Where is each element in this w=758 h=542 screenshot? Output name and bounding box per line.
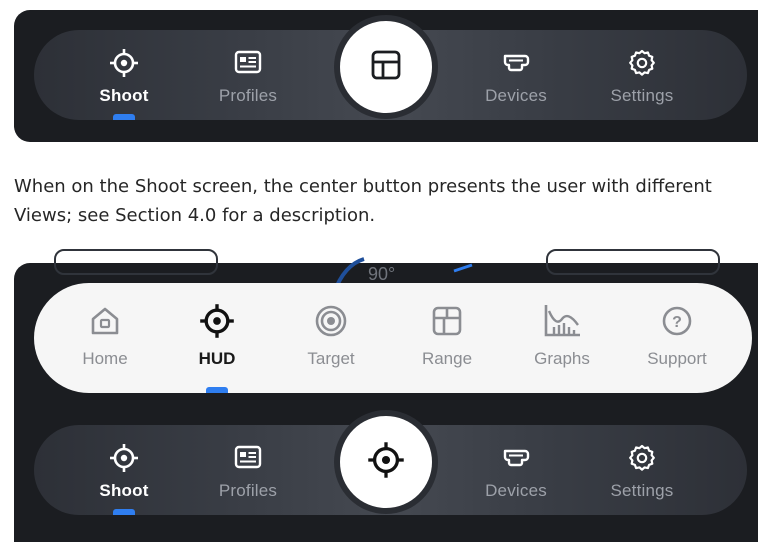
background-field-left	[54, 249, 218, 275]
view-support[interactable]: ? Support	[622, 283, 732, 393]
tab-shoot[interactable]: Shoot	[64, 425, 184, 515]
active-tab-indicator	[113, 114, 135, 120]
device-icon	[501, 443, 531, 473]
crosshair-icon	[109, 443, 139, 473]
view-label: Range	[421, 349, 473, 368]
tab-devices[interactable]: Devices	[456, 425, 576, 515]
active-tab-indicator	[113, 509, 135, 515]
tab-label: Shoot	[99, 86, 149, 105]
tab-settings[interactable]: Settings	[582, 30, 702, 120]
view-label: HUD	[198, 349, 236, 368]
view-graphs[interactable]: Graphs	[507, 283, 617, 393]
crosshair-icon	[109, 48, 139, 78]
svg-text:?: ?	[672, 314, 682, 331]
tab-label: Profiles	[218, 481, 278, 500]
views-center-button[interactable]	[340, 416, 432, 508]
view-label: Graphs	[534, 349, 590, 368]
device-icon	[501, 48, 531, 78]
profile-card-icon	[233, 443, 263, 473]
tab-label: Shoot	[99, 481, 149, 500]
tab-label: Settings	[610, 86, 674, 105]
view-label: Support	[647, 349, 707, 368]
view-target[interactable]: Target	[276, 283, 386, 393]
views-menu: Home HUD Target Range Graphs ? Support	[34, 283, 752, 393]
top-navigation-panel: Shoot Profiles Devices Settings	[14, 10, 758, 142]
bottom-tab-bar: Shoot Profiles Devices Settings	[34, 21, 747, 120]
active-view-indicator	[206, 387, 228, 393]
gear-icon	[627, 48, 657, 78]
tab-profiles[interactable]: Profiles	[188, 425, 308, 515]
view-range[interactable]: Range	[392, 283, 502, 393]
tab-label: Devices	[485, 86, 547, 105]
range-grid-icon	[427, 303, 467, 339]
caption-text: When on the Shoot screen, the center but…	[14, 176, 712, 226]
view-home[interactable]: Home	[50, 283, 160, 393]
view-hud[interactable]: HUD	[162, 283, 272, 393]
background-field-right	[546, 249, 720, 275]
target-icon	[311, 303, 351, 339]
gear-icon	[627, 443, 657, 473]
support-icon: ?	[657, 303, 697, 339]
tab-profiles[interactable]: Profiles	[188, 30, 308, 120]
tab-label: Settings	[610, 481, 674, 500]
tab-settings[interactable]: Settings	[582, 425, 702, 515]
home-icon	[85, 303, 125, 339]
tab-shoot[interactable]: Shoot	[64, 30, 184, 120]
bottom-tab-bar: Shoot Profiles Devices Settings	[34, 416, 747, 515]
views-screen-panel: 90° Home HUD Target Range Graphs ? Suppo…	[14, 249, 758, 542]
view-label: Target	[307, 349, 355, 368]
crosshair-icon	[197, 303, 237, 339]
tab-label: Profiles	[218, 86, 278, 105]
heading-degrees: 90°	[368, 264, 396, 284]
views-center-button[interactable]	[340, 21, 432, 113]
tab-label: Devices	[485, 481, 547, 500]
graphs-icon	[542, 303, 582, 339]
grid-views-icon	[369, 48, 403, 86]
view-label: Home	[82, 349, 128, 368]
crosshair-icon	[367, 441, 405, 483]
tab-devices[interactable]: Devices	[456, 30, 576, 120]
profile-card-icon	[233, 48, 263, 78]
